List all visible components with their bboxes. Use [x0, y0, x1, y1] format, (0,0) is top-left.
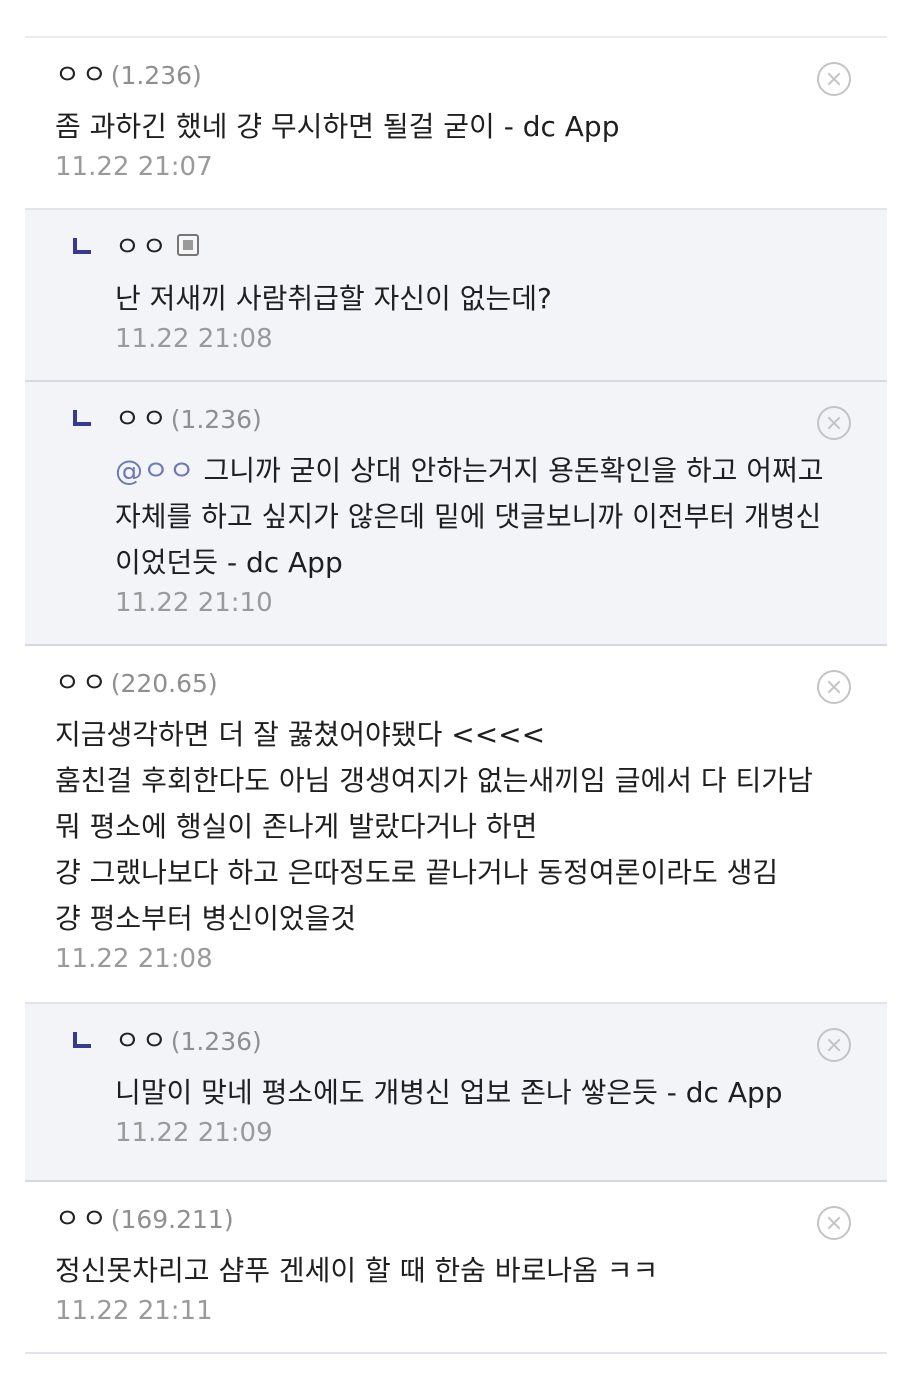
comment-timestamp: 11.22 21:10 [115, 588, 273, 618]
comment: ㅇㅇ (220.65) 지금생각하면 더 잘 꿇쳤어야됐다 <<<< 훔친걸 후… [25, 646, 887, 1004]
ip-address: (169.211) [110, 1205, 234, 1234]
comment-timestamp: 11.22 21:07 [55, 152, 213, 182]
ip-address: (1.236) [170, 405, 262, 434]
comment-author: ㅇㅇ (1.236) [73, 1026, 887, 1058]
comment-author: ㅇㅇ [73, 232, 887, 264]
nickname[interactable]: ㅇㅇ [115, 232, 169, 264]
comment-text: 지금생각하면 더 잘 꿇쳤어야됐다 <<<< 훔친걸 후회한다도 아님 갱생여지… [55, 718, 813, 935]
ip-address: (1.236) [110, 61, 202, 90]
comment-author: ㅇㅇ (220.65) [55, 668, 887, 700]
comment-text: 니말이 맞네 평소에도 개병신 업보 존나 쌓은듯 - dc App [115, 1076, 783, 1109]
comment: ㅇㅇ (169.211) 정신못차리고 샴푸 겐세이 할 때 한숨 바로나옴 ㅋ… [25, 1182, 887, 1354]
nickname[interactable]: ㅇㅇ [55, 668, 109, 700]
comment-timestamp: 11.22 21:08 [115, 324, 273, 354]
reply-comment: ㅇㅇ 난 저새끼 사람취급할 자신이 없는데? 11.22 21:08 [25, 210, 887, 382]
mention-link[interactable]: @ㅇㅇ [115, 454, 195, 487]
comment-author: ㅇㅇ (169.211) [55, 1204, 887, 1236]
reply-comment: ㅇㅇ (1.236) 니말이 맞네 평소에도 개병신 업보 존나 쌓은듯 - d… [25, 1004, 887, 1182]
comment-list: ㅇㅇ (1.236) 좀 과하긴 했네 걍 무시하면 될걸 굳이 - dc Ap… [25, 36, 887, 1354]
ip-address: (1.236) [170, 1027, 262, 1056]
reply-arrow-icon [73, 1032, 91, 1048]
nickname[interactable]: ㅇㅇ [55, 60, 109, 92]
comment-text: 난 저새끼 사람취급할 자신이 없는데? [115, 282, 552, 315]
delete-icon[interactable] [817, 62, 851, 96]
delete-icon[interactable] [817, 406, 851, 440]
member-badge-icon [176, 234, 199, 256]
comment-timestamp: 11.22 21:08 [55, 944, 213, 974]
comment-text: @ㅇㅇ 그니까 굳이 상대 안하는거지 용돈확인을 하고 어쩌고 자체를 하고 … [115, 448, 887, 586]
comment-author: ㅇㅇ (1.236) [73, 404, 887, 436]
delete-icon[interactable] [817, 1028, 851, 1062]
reply-arrow-icon [73, 410, 91, 426]
comment-timestamp: 11.22 21:11 [55, 1296, 213, 1326]
reply-arrow-icon [73, 238, 91, 254]
comment: ㅇㅇ (1.236) 좀 과하긴 했네 걍 무시하면 될걸 굳이 - dc Ap… [25, 38, 887, 210]
comment-text: 좀 과하긴 했네 걍 무시하면 될걸 굳이 - dc App [55, 110, 620, 143]
comment-text-content: 그니까 굳이 상대 안하는거지 용돈확인을 하고 어쩌고 자체를 하고 싶지가 … [115, 454, 824, 579]
comment-timestamp: 11.22 21:09 [115, 1118, 273, 1148]
nickname[interactable]: ㅇㅇ [115, 404, 169, 436]
ip-address: (220.65) [110, 669, 218, 698]
delete-icon[interactable] [817, 1206, 851, 1240]
comment-text: 정신못차리고 샴푸 겐세이 할 때 한숨 바로나옴 ㅋㅋ [55, 1254, 659, 1287]
delete-icon[interactable] [817, 670, 851, 704]
reply-comment: ㅇㅇ (1.236) @ㅇㅇ 그니까 굳이 상대 안하는거지 용돈확인을 하고 … [25, 382, 887, 646]
nickname[interactable]: ㅇㅇ [55, 1204, 109, 1236]
comment-author: ㅇㅇ (1.236) [55, 60, 887, 92]
nickname[interactable]: ㅇㅇ [115, 1026, 169, 1058]
